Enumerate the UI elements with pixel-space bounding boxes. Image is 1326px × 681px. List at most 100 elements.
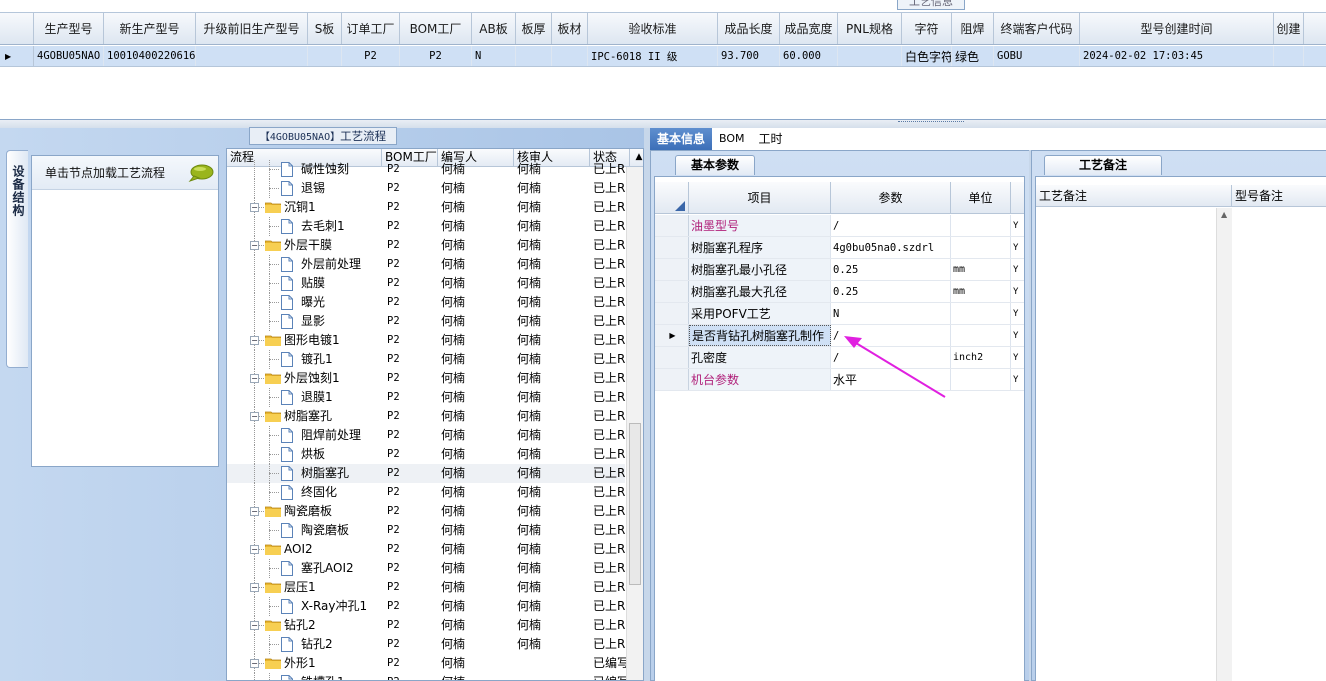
flow-scrollbar[interactable] (626, 167, 643, 680)
param-value-cell[interactable]: / (831, 325, 951, 346)
top-grid-cell[interactable]: 60.000 (780, 46, 838, 66)
flow-tree-node[interactable]: 显影 (227, 312, 382, 331)
flow-row[interactable]: − 外形1 P2 何楠 已编写 (227, 654, 629, 673)
flow-row[interactable]: 烘板 P2 何楠 何楠 已上R (227, 445, 625, 464)
top-grid-col-header[interactable]: 成品长度 (718, 13, 780, 44)
top-grid-cell[interactable] (552, 46, 588, 66)
param-row[interactable]: ▶ 是否背钻孔树脂塞孔制作 / Y (655, 325, 1024, 347)
flow-row[interactable]: − 层压1 P2 何楠 何楠 已上R (227, 578, 625, 597)
top-grid-col-header[interactable]: PNL规格 (838, 13, 902, 44)
top-grid-col-header[interactable]: AB板 (472, 13, 516, 44)
flow-row[interactable]: 去毛刺1 P2 何楠 何楠 已上R (227, 217, 625, 236)
param-col-header[interactable]: 单位 (951, 182, 1011, 213)
param-value-cell[interactable]: / (831, 347, 951, 368)
flow-tree-node[interactable]: − AOI2 (227, 540, 382, 559)
top-grid-cell[interactable]: 4GOBU05NAO (34, 46, 104, 66)
flow-row[interactable]: − 钻孔2 P2 何楠 何楠 已上R (227, 616, 625, 635)
top-grid-col-header[interactable]: 字符 (902, 13, 952, 44)
flow-tree-node[interactable]: − 层压1 (227, 578, 382, 597)
flow-row[interactable]: − 外层干膜 P2 何楠 何楠 已上R (227, 236, 625, 255)
tab-process-notes[interactable]: 工艺备注 (1044, 155, 1162, 175)
flow-scroll-thumb[interactable] (629, 423, 641, 585)
collapse-icon[interactable]: − (250, 507, 259, 516)
param-col-header[interactable]: 参数 (831, 182, 951, 213)
tab-basic-params[interactable]: 基本参数 (675, 155, 755, 175)
flow-row[interactable]: − 图形电镀1 P2 何楠 何楠 已上R (227, 331, 625, 350)
top-grid-col-header[interactable]: 成品宽度 (780, 13, 838, 44)
param-value-cell[interactable]: 0.25 (831, 281, 951, 302)
param-row[interactable]: 孔密度 / inch2 Y (655, 347, 1024, 369)
param-row[interactable]: 机台参数 水平 Y (655, 369, 1024, 391)
top-grid-col-header[interactable]: 板厚 (516, 13, 552, 44)
flow-row[interactable]: − 树脂塞孔 P2 何楠 何楠 已上R (227, 407, 625, 426)
top-grid-col-header[interactable]: S板 (308, 13, 342, 44)
flow-row[interactable]: 陶瓷磨板 P2 何楠 何楠 已上R (227, 521, 625, 540)
top-grid-col-header[interactable]: BOM工厂 (400, 13, 472, 44)
top-grid-row[interactable]: ▶ 4GOBU05NAO 10010400220616 P2 P2 N IPC-6018 I… (0, 46, 1326, 67)
top-grid-col-header[interactable]: 验收标准 (588, 13, 718, 44)
param-row[interactable]: 油墨型号 / Y (655, 215, 1024, 237)
top-grid-cell[interactable]: P2 (342, 46, 400, 66)
horizontal-splitter[interactable] (0, 120, 1326, 128)
tab-equipment-structure[interactable]: 设备结构 (6, 150, 28, 368)
flow-tree-node[interactable]: − 外形1 (227, 654, 382, 673)
top-grid-cell[interactable]: P2 (400, 46, 472, 66)
flow-row[interactable]: 外层前处理 P2 何楠 何楠 已上R (227, 255, 625, 274)
param-value-cell[interactable]: 水平 (831, 369, 951, 390)
flow-tree-node[interactable]: 铣槽孔1 (227, 673, 382, 680)
param-row[interactable]: 树脂塞孔程序 4g0bu05na0.szdrl Y (655, 237, 1024, 259)
flow-tree-node[interactable]: 碱性蚀刻 (227, 160, 382, 179)
collapse-icon[interactable]: − (250, 545, 259, 554)
top-grid-col-header[interactable]: 型号创建时间 (1080, 13, 1274, 44)
top-grid-col-header[interactable]: 板材 (552, 13, 588, 44)
flow-tree-node[interactable]: X-Ray冲孔1 (227, 597, 382, 616)
flow-tree-node[interactable]: 退膜1 (227, 388, 382, 407)
top-grid-cell[interactable]: 绿色 (952, 46, 994, 66)
collapse-icon[interactable]: − (250, 412, 259, 421)
top-grid-col-header[interactable]: 阻焊 (952, 13, 994, 44)
top-grid-cell[interactable] (516, 46, 552, 66)
param-value-cell[interactable]: N (831, 303, 951, 324)
tab-basic-info[interactable]: 基本信息 (650, 128, 713, 150)
collapse-icon[interactable]: − (250, 241, 259, 250)
notes-scrollbar[interactable]: ▲ (1216, 208, 1232, 681)
flow-row[interactable]: 碱性蚀刻 P2 何楠 何楠 已上R (227, 160, 625, 179)
param-value-cell[interactable]: 4g0bu05na0.szdrl (831, 237, 951, 258)
flow-tree-node[interactable]: − 沉铜1 (227, 198, 382, 217)
top-grid-cell[interactable] (196, 46, 308, 66)
flow-tree-node[interactable]: 钻孔2 (227, 635, 382, 654)
flow-row[interactable]: 镀孔1 P2 何楠 何楠 已上R (227, 350, 625, 369)
tab-bom[interactable]: BOM (712, 128, 752, 150)
flow-tree-node[interactable]: 终固化 (227, 483, 382, 502)
flow-tree-node[interactable]: 贴膜 (227, 274, 382, 293)
collapse-icon[interactable]: − (250, 583, 259, 592)
top-grid-cell[interactable]: 10010400220616 (104, 46, 196, 66)
flow-tree-node[interactable]: − 外层蚀刻1 (227, 369, 382, 388)
top-grid-cell[interactable] (308, 46, 342, 66)
param-value-cell[interactable]: / (831, 215, 951, 236)
top-grid-cell[interactable] (838, 46, 902, 66)
param-col-header[interactable]: 项目 (689, 182, 831, 213)
flow-tree-node[interactable]: 外层前处理 (227, 255, 382, 274)
notes-col-header[interactable]: 型号备注 (1232, 185, 1326, 206)
flow-row[interactable]: 终固化 P2 何楠 何楠 已上R (227, 483, 625, 502)
top-grid-cell[interactable]: N (472, 46, 516, 66)
notes-column-process[interactable] (1036, 208, 1232, 681)
collapse-icon[interactable]: − (250, 659, 259, 668)
top-grid-col-header[interactable]: 订单工厂 (342, 13, 400, 44)
collapse-icon[interactable]: − (250, 374, 259, 383)
flow-tree-node[interactable]: 陶瓷磨板 (227, 521, 382, 540)
param-row[interactable]: 树脂塞孔最大孔径 0.25 mm Y (655, 281, 1024, 303)
flow-row[interactable]: 贴膜 P2 何楠 何楠 已上R (227, 274, 625, 293)
flow-row[interactable]: 退膜1 P2 何楠 何楠 已上R (227, 388, 625, 407)
flow-row[interactable]: 塞孔AOI2 P2 何楠 何楠 已上R (227, 559, 625, 578)
flow-tree-node[interactable]: 烘板 (227, 445, 382, 464)
flow-tree-node[interactable]: − 树脂塞孔 (227, 407, 382, 426)
tab-labor-hours[interactable]: 工时 (752, 128, 790, 150)
flow-tree-node[interactable]: 曝光 (227, 293, 382, 312)
top-grid-cell[interactable]: GOBU (994, 46, 1080, 66)
flow-row[interactable]: 显影 P2 何楠 何楠 已上R (227, 312, 625, 331)
flow-row[interactable]: − 沉铜1 P2 何楠 何楠 已上R (227, 198, 625, 217)
collapse-icon[interactable]: − (250, 621, 259, 630)
param-row[interactable]: 树脂塞孔最小孔径 0.25 mm Y (655, 259, 1024, 281)
